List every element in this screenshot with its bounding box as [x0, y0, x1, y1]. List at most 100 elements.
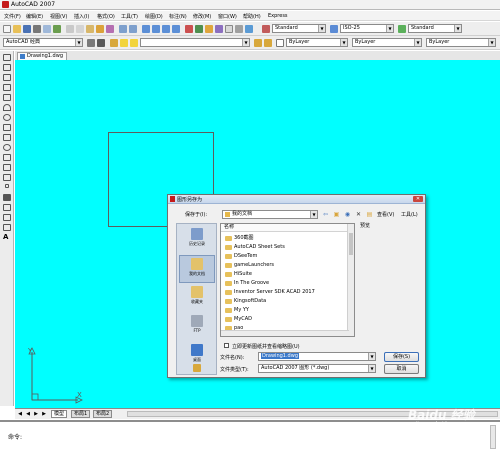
ellipse-arc-icon[interactable]	[3, 154, 11, 161]
zoom-window-icon[interactable]	[162, 25, 170, 33]
revision-cloud-icon[interactable]	[3, 124, 11, 131]
file-list-scrollbar[interactable]	[347, 224, 354, 336]
menu-edit[interactable]: 编辑(E)	[26, 13, 43, 20]
linetype-select[interactable]: ByLayer ▼	[352, 38, 422, 47]
ellipse-icon[interactable]	[3, 144, 11, 151]
make-current-layer-icon[interactable]	[254, 39, 262, 47]
spline-icon[interactable]	[3, 134, 11, 141]
lineweight-select[interactable]: ByLayer ▼	[426, 38, 496, 47]
place-my-documents[interactable]: 我的文档	[179, 255, 215, 283]
layer-previous-icon[interactable]	[264, 39, 272, 47]
copy-icon[interactable]	[76, 25, 84, 33]
name-column-header[interactable]: 名称	[221, 224, 348, 232]
menu-tools[interactable]: 工具(T)	[121, 13, 138, 20]
text-style-icon[interactable]	[262, 25, 270, 33]
tab-layout2[interactable]: 布局2	[93, 410, 113, 418]
rectangle-icon[interactable]	[3, 94, 11, 101]
first-tab-arrow-icon[interactable]: ◀	[17, 411, 23, 417]
markup-icon[interactable]	[225, 25, 233, 33]
filename-input[interactable]: Drawing1.dwg ▼	[258, 352, 376, 361]
publish-icon[interactable]	[53, 25, 61, 33]
list-item[interactable]: HiSuite	[225, 270, 252, 278]
menu-draw[interactable]: 绘图(D)	[145, 13, 163, 20]
list-item[interactable]: Inventor Server SDK ACAD 2017	[225, 288, 315, 296]
menu-express[interactable]: Express	[268, 13, 288, 19]
last-tab-arrow-icon[interactable]: ▶	[41, 411, 47, 417]
layer-select[interactable]: ▼	[140, 38, 250, 47]
new-file-icon[interactable]	[3, 25, 11, 33]
new-folder-icon[interactable]: ▤	[365, 210, 374, 219]
place-buzzsaw[interactable]	[179, 362, 215, 374]
point-icon[interactable]	[5, 184, 9, 188]
place-history[interactable]: 历史记录	[179, 226, 215, 254]
hatch-icon[interactable]	[3, 194, 11, 201]
update-thumbnail-checkbox[interactable]	[224, 343, 229, 348]
place-favorites[interactable]: 收藏夹	[179, 284, 215, 312]
tab-model[interactable]: 模型	[51, 410, 68, 418]
workspace-settings-icon[interactable]	[87, 39, 95, 47]
scrollbar-thumb[interactable]	[349, 233, 353, 255]
menu-modify[interactable]: 修改(M)	[193, 13, 211, 20]
layer-freeze-icon[interactable]	[130, 39, 138, 47]
table-style-select[interactable]: Standard ▼	[408, 24, 462, 33]
arc-icon[interactable]	[3, 104, 11, 111]
grid-icon[interactable]	[97, 39, 105, 47]
back-icon[interactable]: ⇦	[321, 210, 330, 219]
menu-insert[interactable]: 插入(I)	[74, 13, 89, 20]
zoom-realtime-icon[interactable]	[152, 25, 160, 33]
layer-on-icon[interactable]	[120, 39, 128, 47]
construction-line-icon[interactable]	[3, 64, 11, 71]
multiline-text-icon[interactable]: A	[3, 234, 11, 241]
menu-help[interactable]: 帮助(H)	[243, 13, 261, 20]
design-center-icon[interactable]	[195, 25, 203, 33]
workspace-select[interactable]: AutoCAD 经典 ▼	[3, 38, 83, 47]
list-item[interactable]: In The Groove	[225, 279, 269, 287]
file-list-hscrollbar[interactable]	[221, 330, 349, 336]
views-menu[interactable]: 查看(V)	[377, 211, 394, 218]
document-tab[interactable]: Drawing1.dwg	[17, 52, 67, 60]
polyline-icon[interactable]	[3, 74, 11, 81]
open-file-icon[interactable]	[13, 25, 21, 33]
help-icon[interactable]	[245, 25, 253, 33]
print-preview-icon[interactable]	[43, 25, 51, 33]
region-icon[interactable]	[3, 214, 11, 221]
properties-icon[interactable]	[185, 25, 193, 33]
tools-menu[interactable]: 工具(L)	[401, 211, 418, 218]
polygon-icon[interactable]	[3, 84, 11, 91]
circle-icon[interactable]	[3, 114, 11, 121]
block-editor-icon[interactable]	[106, 25, 114, 33]
menu-view[interactable]: 视图(V)	[50, 13, 67, 20]
make-block-icon[interactable]	[3, 174, 11, 181]
table-style-icon[interactable]	[398, 25, 406, 33]
list-item[interactable]: DSeeTem	[225, 252, 257, 260]
list-item[interactable]: AutoCAD Sheet Sets	[225, 243, 285, 251]
list-item[interactable]: gameLaunchers	[225, 261, 274, 269]
save-icon[interactable]	[23, 25, 31, 33]
save-in-select[interactable]: 我的文档 ▼	[222, 210, 318, 219]
layer-manager-icon[interactable]	[110, 39, 118, 47]
close-icon[interactable]: ✕	[413, 196, 423, 202]
list-item[interactable]: 360截图	[225, 234, 254, 242]
undo-icon[interactable]	[119, 25, 127, 33]
tab-layout1[interactable]: 布局1	[71, 410, 91, 418]
menu-format[interactable]: 格式(O)	[97, 13, 115, 20]
next-tab-arrow-icon[interactable]: ▶	[33, 411, 39, 417]
paste-icon[interactable]	[86, 25, 94, 33]
cancel-button[interactable]: 取消	[384, 364, 419, 374]
redo-icon[interactable]	[129, 25, 137, 33]
menu-window[interactable]: 窗口(W)	[218, 13, 237, 20]
tool-palettes-icon[interactable]	[205, 25, 213, 33]
filetype-select[interactable]: AutoCAD 2007 图形 (*.dwg) ▼	[258, 364, 376, 373]
up-folder-icon[interactable]: ▣	[332, 210, 341, 219]
gradient-icon[interactable]	[3, 204, 11, 211]
save-button[interactable]: 保存(S)	[384, 352, 419, 362]
delete-icon[interactable]: ✕	[354, 210, 363, 219]
dim-style-icon[interactable]	[330, 25, 338, 33]
zoom-previous-icon[interactable]	[172, 25, 180, 33]
match-properties-icon[interactable]	[96, 25, 104, 33]
color-select[interactable]: ByLayer ▼	[286, 38, 348, 47]
insert-block-icon[interactable]	[3, 164, 11, 171]
list-item[interactable]: MyCAD	[225, 315, 252, 323]
menu-file[interactable]: 文件(F)	[4, 13, 21, 20]
menu-dimension[interactable]: 标注(N)	[169, 13, 187, 20]
